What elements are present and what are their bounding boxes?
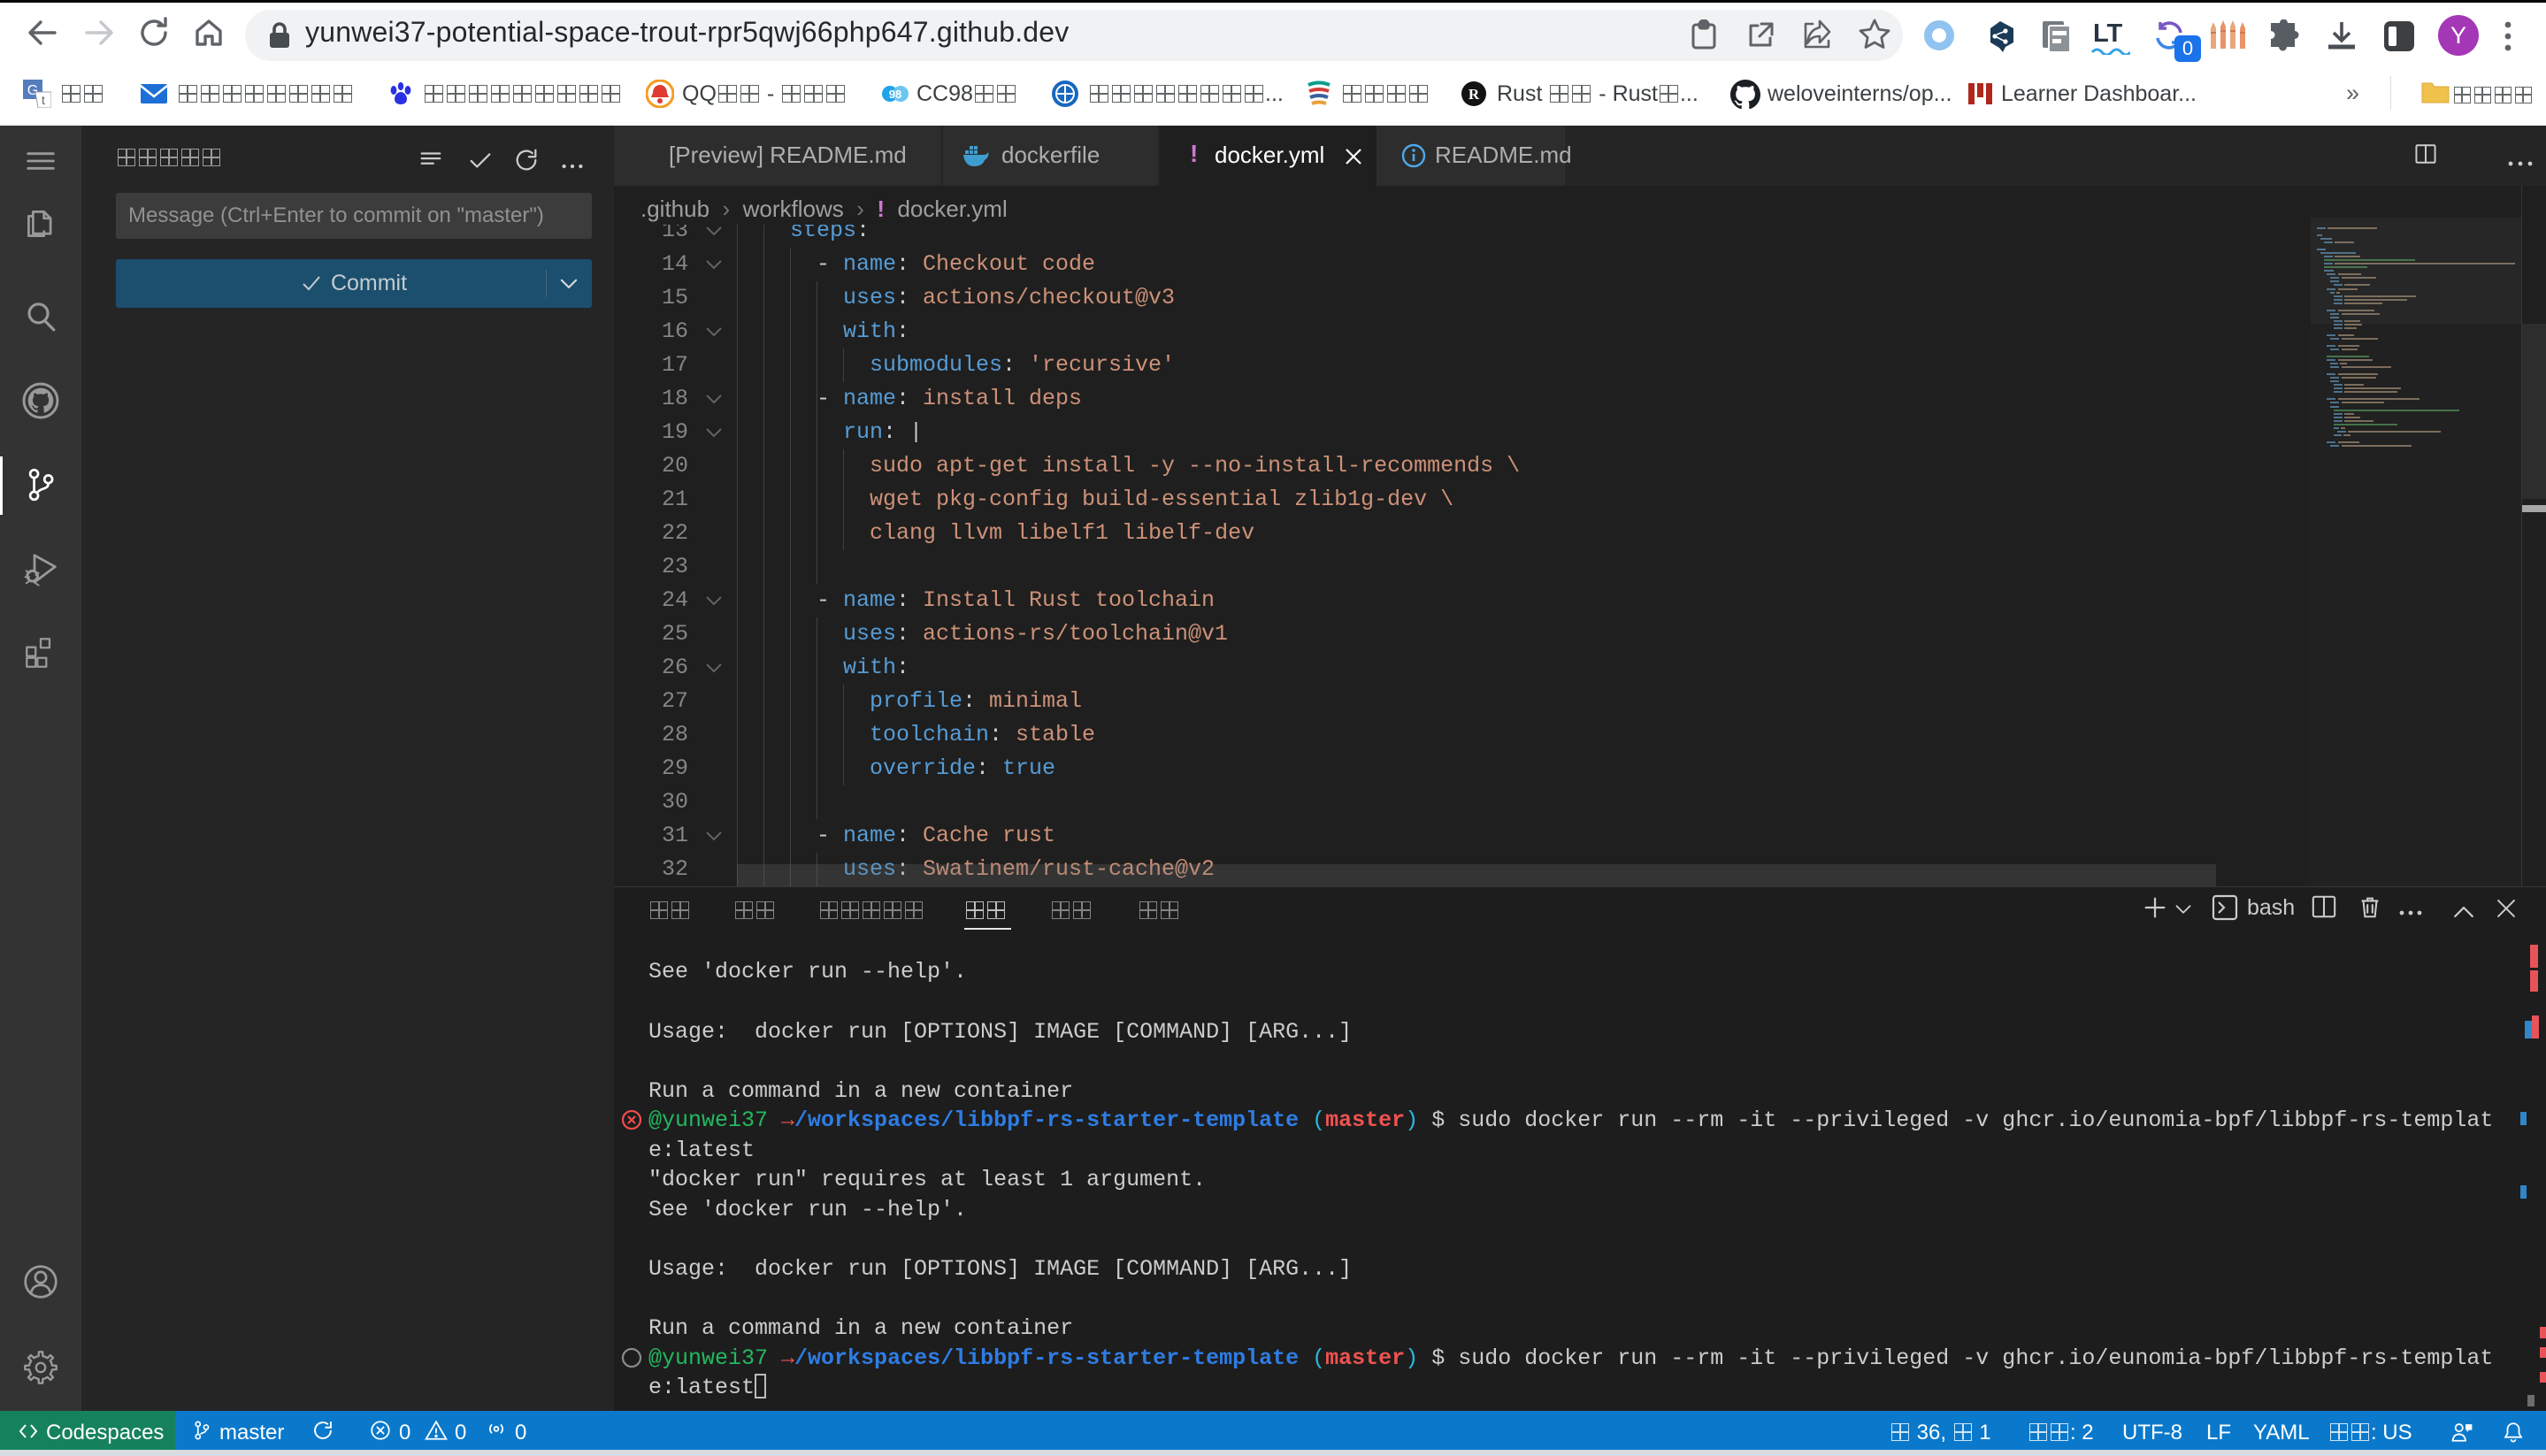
svg-text:t: t bbox=[42, 93, 45, 107]
svg-text:R: R bbox=[1469, 86, 1480, 103]
svg-text:98: 98 bbox=[889, 88, 901, 101]
